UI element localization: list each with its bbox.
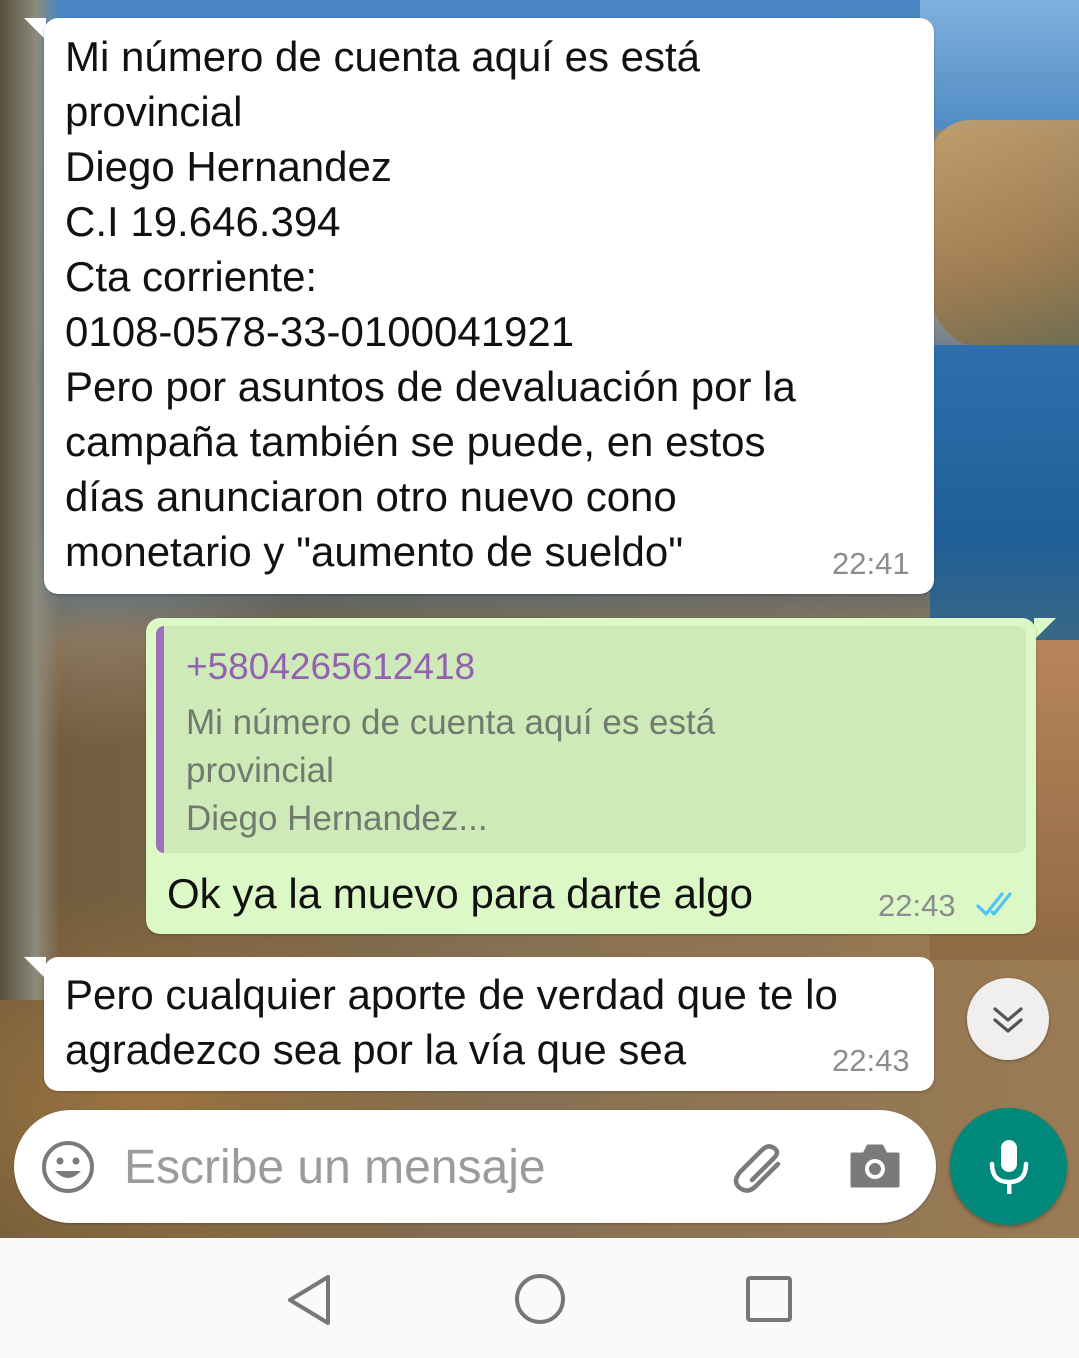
bubble-tail (1034, 618, 1056, 640)
voice-record-button[interactable] (950, 1108, 1067, 1225)
message-bubble-outgoing[interactable]: +5804265612418 Mi número de cuenta aquí … (146, 618, 1036, 934)
quote-text: Mi número de cuenta aquí es está provinc… (186, 703, 716, 838)
message-time: 22:43 (832, 1043, 910, 1078)
message-bubble-incoming[interactable]: Pero cualquier aporte de verdad que te l… (44, 957, 934, 1091)
message-time: 22:41 (832, 546, 910, 581)
camera-icon[interactable] (848, 1142, 902, 1190)
message-text: Ok ya la muevo para darte algo (167, 870, 753, 917)
double-chevron-down-icon (993, 1007, 1023, 1033)
quoted-message[interactable]: +5804265612418 Mi número de cuenta aquí … (156, 626, 1026, 853)
message-bubble-incoming[interactable]: Mi número de cuenta aquí es está provinc… (44, 18, 934, 594)
message-text: Pero cualquier aporte de verdad que te l… (65, 971, 838, 1073)
scroll-to-bottom-button[interactable] (967, 978, 1049, 1060)
emoji-icon[interactable] (40, 1139, 96, 1195)
quote-accent-bar (156, 626, 164, 853)
bubble-tail (24, 957, 46, 979)
message-composer[interactable]: Escribe un mensaje (14, 1110, 936, 1223)
back-icon[interactable] (284, 1273, 334, 1327)
attach-icon[interactable] (732, 1140, 792, 1196)
recents-icon[interactable] (745, 1275, 793, 1323)
quote-sender: +5804265612418 (186, 646, 476, 687)
bubble-tail (24, 18, 46, 40)
mic-icon (989, 1140, 1029, 1194)
message-input[interactable]: Escribe un mensaje (124, 1140, 546, 1195)
message-time: 22:43 (878, 888, 956, 923)
read-ticks-icon (976, 892, 1012, 916)
message-text: Mi número de cuenta aquí es está provinc… (65, 33, 796, 575)
home-icon[interactable] (513, 1272, 567, 1326)
